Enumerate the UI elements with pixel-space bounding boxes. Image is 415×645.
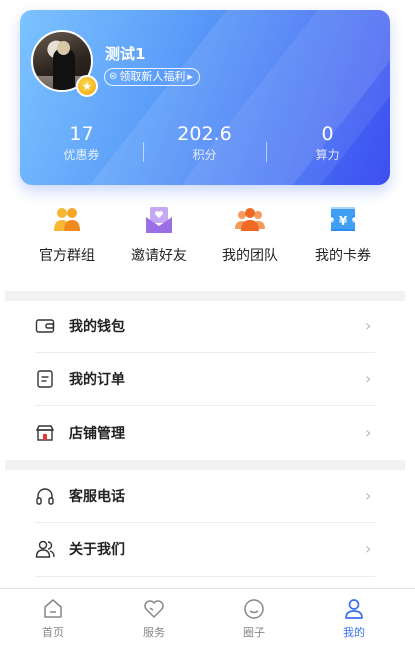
menu-item-customer-service[interactable]: 客服电话 › [35,469,375,522]
chevron-right-icon: › [365,368,372,388]
team-icon [235,205,265,235]
medal-badge-icon: ★ [76,75,98,97]
menu-label: 我的订单 [69,371,125,388]
stat-label: 算力 [315,148,340,162]
stat-value: 202.6 [177,123,232,145]
tab-label: 我的 [343,626,365,639]
gift-icon: ⊜ [109,71,118,82]
heart-icon [142,597,166,621]
quick-my-coupons[interactable]: ¥ 我的卡券 [297,205,389,265]
user-icon [342,597,366,621]
profile-card[interactable]: ★ 测试1 ⊜ 领取新人福利 ▶ 17 优惠券 202.6 积分 0 算力 [20,10,390,185]
chevron-right-icon: › [365,422,372,442]
home-icon [41,597,65,621]
bottom-tab-bar: 首页 服务 圈子 我的 [0,588,415,645]
chevron-right-icon: › [365,538,372,558]
tab-label: 首页 [42,626,64,639]
stat-points[interactable]: 202.6 积分 [143,122,266,164]
stat-compute-power[interactable]: 0 算力 [266,122,389,164]
quick-my-team[interactable]: 我的团队 [204,205,296,265]
stat-value: 17 [69,123,94,145]
menu-label: 关于我们 [69,541,125,558]
row-divider [35,576,375,577]
svg-text:¥: ¥ [339,214,348,228]
order-icon [35,369,55,389]
avatar-container[interactable]: ★ [31,30,98,97]
newbie-welfare-label: 领取新人福利 [119,70,186,83]
coupon-yen-icon: ¥ [328,205,358,235]
tab-service[interactable]: 服务 [124,597,184,640]
avatar-head [57,41,70,55]
menu-item-about-us[interactable]: 关于我们 › [35,522,375,575]
menu-label: 我的钱包 [69,318,125,335]
shop-icon [35,423,55,443]
menu-label: 店铺管理 [69,425,125,442]
quick-label: 我的团队 [222,248,278,264]
circle-face-icon [242,597,266,621]
menu-item-wallet[interactable]: 我的钱包 › [35,299,375,352]
chevron-right-icon: › [365,315,372,335]
stat-label: 积分 [192,148,217,162]
stat-coupons[interactable]: 17 优惠券 [20,122,143,164]
group-icon [52,205,82,235]
menu-item-shop-management[interactable]: 店铺管理 › [35,406,375,459]
stat-label: 优惠券 [63,148,100,162]
quick-actions: 官方群组 邀请好友 我的团队 ¥ 我的卡券 [16,205,386,275]
quick-label: 官方群组 [39,248,95,264]
about-users-icon [35,539,55,559]
headset-icon [35,486,55,506]
wallet-icon [35,316,55,336]
menu-item-orders[interactable]: 我的订单 › [35,352,375,405]
menu-label: 客服电话 [69,488,125,505]
stats-row: 17 优惠券 202.6 积分 0 算力 [20,122,390,174]
quick-invite-friends[interactable]: 邀请好友 [113,205,205,265]
tab-home[interactable]: 首页 [23,597,83,640]
invite-envelope-icon [144,205,174,235]
newbie-welfare-button[interactable]: ⊜ 领取新人福利 ▶ [104,68,200,86]
tab-circle[interactable]: 圈子 [224,597,284,640]
triangle-right-icon: ▶ [187,73,193,81]
tab-label: 服务 [143,626,165,639]
stat-value: 0 [321,123,334,145]
quick-label: 邀请好友 [131,248,187,264]
quick-official-groups[interactable]: 官方群组 [21,205,113,265]
username: 测试1 [105,45,146,63]
quick-label: 我的卡券 [315,248,371,264]
chevron-right-icon: › [365,485,372,505]
tab-label: 圈子 [243,626,265,639]
tab-mine[interactable]: 我的 [324,597,384,640]
